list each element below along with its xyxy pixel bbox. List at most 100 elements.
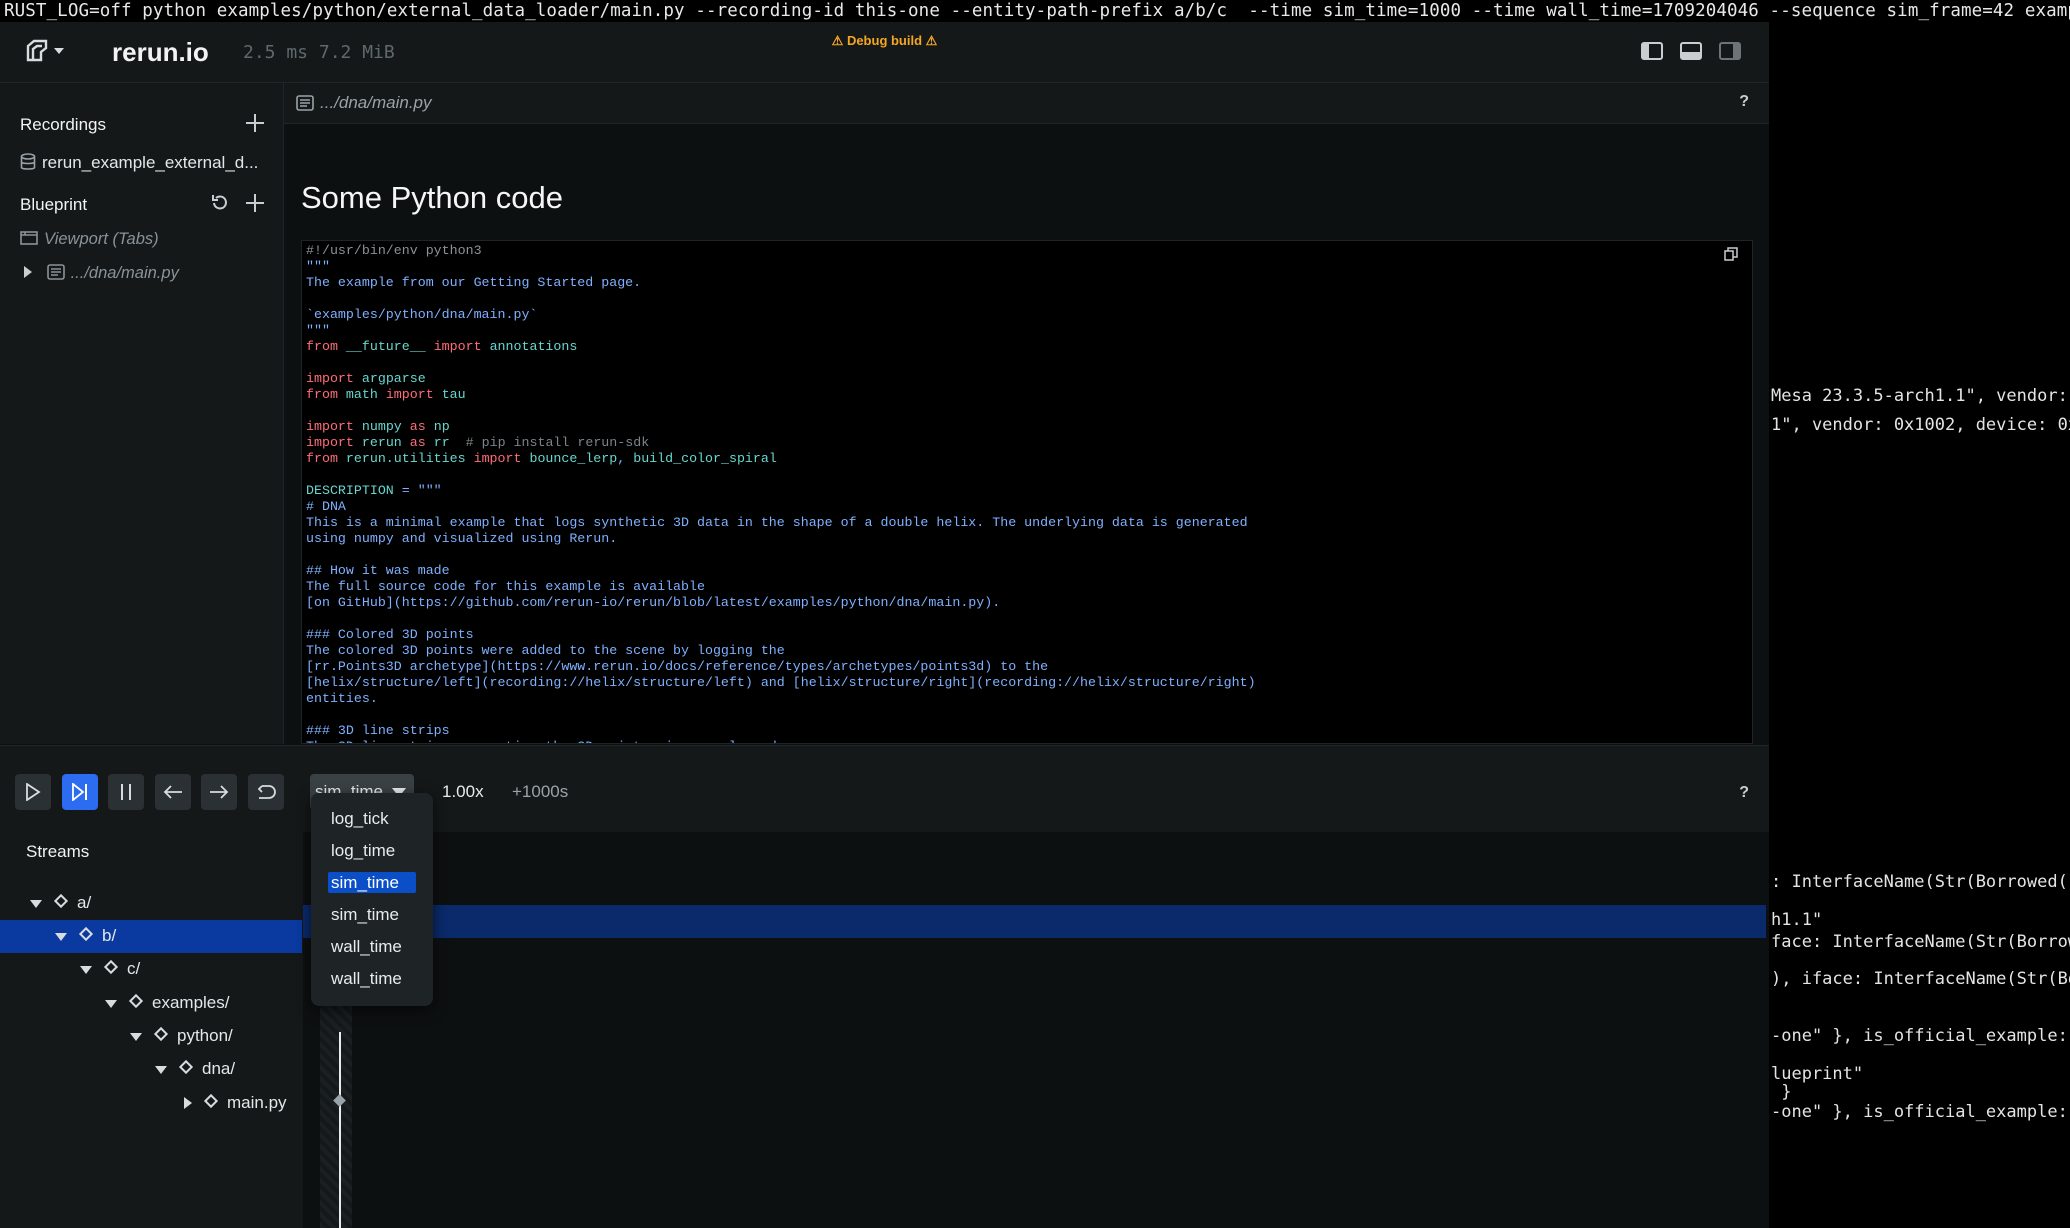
terminal-line: lueprint": [1771, 1064, 1864, 1084]
follow-button[interactable]: [62, 774, 98, 810]
collapse-arrow-icon: [55, 933, 67, 941]
stream-label: examples/: [152, 993, 230, 1012]
playback-speed[interactable]: 1.00x: [442, 782, 484, 802]
pause-icon: [121, 784, 131, 800]
pause-button[interactable]: [108, 774, 144, 810]
recording-item[interactable]: rerun_example_external_d...: [20, 153, 258, 173]
selected-row-highlight: [303, 905, 1766, 938]
collapse-arrow-icon: [105, 1000, 117, 1008]
step-size[interactable]: +1000s: [512, 782, 568, 802]
entity-diamond-icon: [78, 926, 94, 942]
terminal-line: 1", vendor: 0x1002, device: 0x73DF: [1771, 415, 2070, 435]
help-button[interactable]: ?: [1739, 93, 1749, 111]
reset-icon: [212, 195, 227, 210]
terminal-line: h1.1": [1771, 910, 1823, 930]
entity-diamond-icon: [128, 993, 144, 1009]
code-block: #!/usr/bin/env python3 """ The example f…: [301, 240, 1753, 744]
stream-row[interactable]: main.py: [0, 1087, 302, 1120]
step-back-button[interactable]: [155, 774, 191, 810]
stream-row[interactable]: dna/: [0, 1053, 302, 1086]
stream-row-selected[interactable]: b/: [0, 920, 302, 953]
entity-diamond-icon: [178, 1059, 194, 1075]
entity-diamond-icon: [103, 959, 119, 975]
terminal-command: RUST_LOG=off python examples/python/exte…: [4, 1, 2070, 21]
timeline-panel: sim_time 1.00x +1000s ? Streams a/ b/ c/…: [0, 745, 1769, 1228]
view-item[interactable]: .../dna/main.py: [24, 264, 179, 283]
collapse-arrow-icon: [80, 966, 92, 974]
viewport-item[interactable]: Viewport (Tabs): [20, 230, 159, 249]
expand-arrow-icon: [24, 266, 32, 278]
step-forward-icon: [72, 783, 87, 801]
text-document-icon: [46, 264, 65, 280]
stream-label: b/: [102, 926, 117, 945]
blueprint-title: Blueprint: [20, 195, 88, 214]
expand-arrow-icon: [184, 1097, 192, 1109]
terminal-line: face: InterfaceName(Str(Borrowed(": [1771, 932, 2070, 952]
view-tab-bar: .../dna/main.py ?: [284, 83, 1769, 124]
recording-item-label: rerun_example_external_d...: [42, 153, 259, 172]
entity-diamond-icon: [53, 893, 69, 909]
play-button[interactable]: [15, 774, 51, 810]
entity-diamond-icon: [153, 1026, 169, 1042]
toggle-bottom-panel-button[interactable]: [1680, 42, 1702, 60]
loop-icon: [257, 785, 276, 799]
view-label: .../dna/main.py: [70, 264, 179, 282]
viewport-label: Viewport (Tabs): [44, 230, 159, 248]
stream-label: python/: [177, 1026, 233, 1045]
stream-label: c/: [127, 959, 141, 978]
streams-title: Streams: [26, 842, 90, 861]
streams-tree: Streams a/ b/ c/ examples/ python/ dna/ …: [0, 832, 302, 1228]
panel-left-icon: [1643, 44, 1649, 58]
play-icon: [26, 783, 41, 801]
timeline-option[interactable]: sim_time: [328, 904, 416, 925]
toggle-right-panel-button[interactable]: [1719, 42, 1741, 60]
terminal-line: }: [1771, 1082, 1792, 1102]
timeline-option[interactable]: log_time: [328, 840, 416, 861]
timeline-option[interactable]: wall_time: [328, 968, 416, 989]
terminal-line: ), iface: InterfaceName(Str(Borrow: [1771, 969, 2070, 989]
toggle-left-panel-button[interactable]: [1641, 42, 1663, 60]
reset-blueprint-button[interactable]: [208, 193, 232, 217]
plus-icon: [246, 194, 264, 212]
container-icon: [20, 231, 38, 245]
loop-button[interactable]: [248, 774, 284, 810]
add-recording-button[interactable]: [243, 113, 267, 137]
timeline-option[interactable]: log_tick: [328, 808, 416, 829]
entity-diamond-icon: [203, 1093, 219, 1109]
stream-row[interactable]: python/: [0, 1020, 302, 1053]
stream-label: dna/: [202, 1059, 236, 1078]
left-panel: Recordings rerun_example_external_d... B…: [0, 83, 284, 744]
terminal-line: : InterfaceName(Str(Borrowed("org.: [1771, 872, 2070, 892]
panel-right-icon: [1733, 44, 1739, 58]
step-forward-button[interactable]: [201, 774, 237, 810]
plus-icon: [246, 114, 264, 132]
arrow-left-icon: [163, 785, 182, 799]
collapse-arrow-icon: [30, 900, 42, 908]
rerun-viewer-window: rerun.io 2.5 ms 7.2 MiB ⚠ Debug build ⚠ …: [0, 22, 1769, 1228]
timeline-option-selected[interactable]: sim_time: [328, 872, 416, 893]
text-document-icon: [296, 95, 314, 111]
timeline-option[interactable]: wall_time: [328, 936, 416, 957]
database-icon: [20, 153, 36, 170]
timeline-dropdown: log_tick log_time sim_time sim_time wall…: [311, 793, 433, 1006]
stream-label: main.py: [227, 1093, 287, 1112]
text-document-view: Some Python code #!/usr/bin/env python3 …: [284, 124, 1769, 744]
code-content: #!/usr/bin/env python3 """ The example f…: [306, 243, 1256, 743]
terminal-line: -one" }, is_official_example: true: [1771, 1102, 2068, 1122]
add-view-button[interactable]: [243, 193, 267, 217]
stream-row[interactable]: examples/: [0, 987, 302, 1020]
debug-build-badge: ⚠ Debug build ⚠: [831, 33, 938, 48]
stream-row[interactable]: a/: [0, 887, 302, 920]
time-cursor[interactable]: [339, 1032, 341, 1228]
copy-icon[interactable]: [1724, 247, 1738, 261]
collapse-arrow-icon: [130, 1033, 142, 1041]
timeline-help-button[interactable]: ?: [1739, 784, 1749, 802]
top-bar: rerun.io 2.5 ms 7.2 MiB ⚠ Debug build ⚠: [0, 22, 1769, 83]
panel-bottom-icon: [1682, 52, 1700, 58]
stream-label: a/: [77, 893, 92, 912]
timeline-area[interactable]: [303, 832, 1769, 1228]
stream-row[interactable]: c/: [0, 953, 302, 986]
tab-main-py[interactable]: .../dna/main.py: [320, 93, 432, 113]
terminal-line: -one" }, is_official_example: true: [1771, 1026, 2068, 1046]
time-control-toolbar: sim_time 1.00x +1000s ?: [0, 746, 1769, 810]
